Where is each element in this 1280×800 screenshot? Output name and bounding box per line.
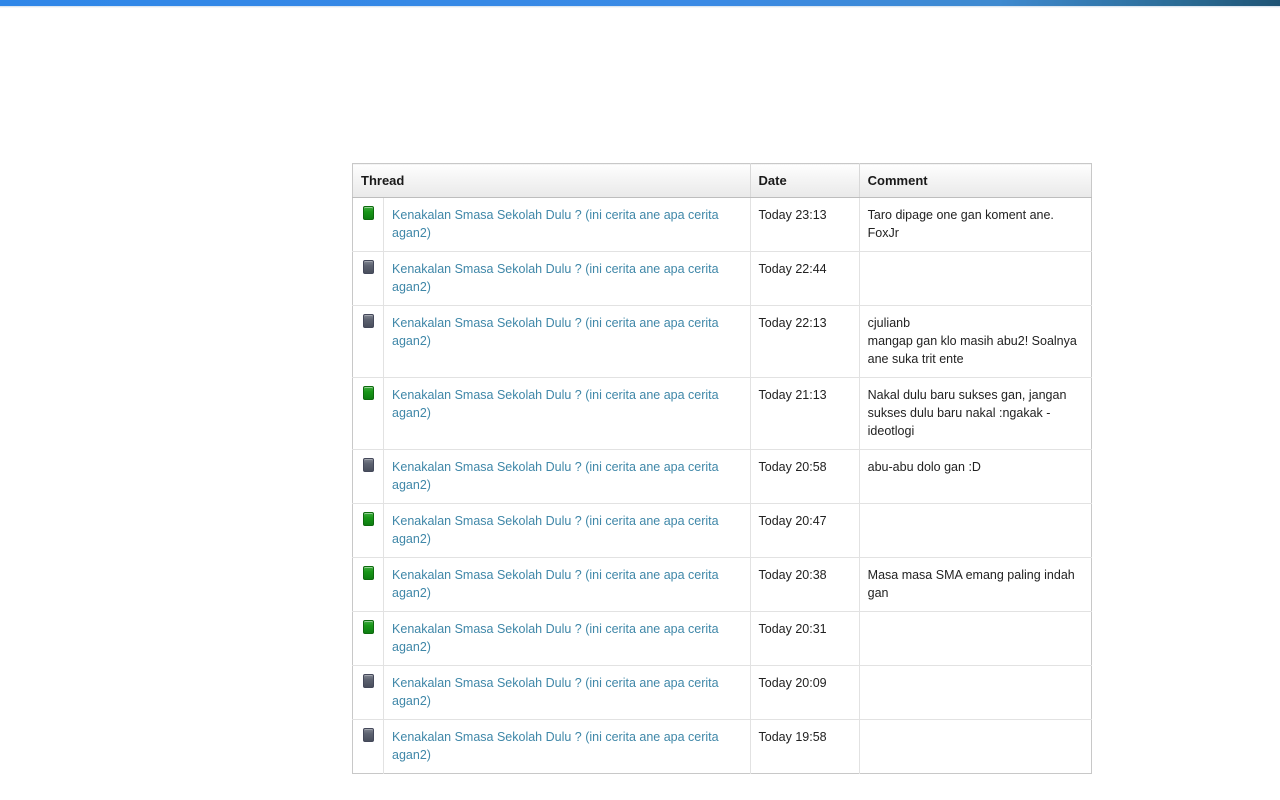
thread-title-link[interactable]: Kenakalan Smasa Sekolah Dulu ? (ini ceri… bbox=[392, 676, 719, 708]
thread-status-cell bbox=[352, 449, 385, 504]
thread-status-cell bbox=[352, 665, 385, 720]
thread-date-cell: Today 21:13 bbox=[750, 377, 860, 450]
thread-comment-cell: Nakal dulu baru sukses gan, jangan sukse… bbox=[859, 377, 1092, 450]
thread-title-cell: Kenakalan Smasa Sekolah Dulu ? (ini ceri… bbox=[383, 503, 751, 558]
thread-comment-cell bbox=[859, 665, 1092, 720]
thread-status-new-icon bbox=[362, 620, 374, 634]
thread-comment-cell bbox=[859, 251, 1092, 306]
thread-comment-line: Masa masa SMA emang paling indah gan bbox=[867, 568, 1075, 600]
thread-status-read-icon bbox=[362, 728, 374, 742]
thread-comment-line: abu-abu dolo gan :D bbox=[867, 460, 981, 474]
thread-date-cell: Today 19:58 bbox=[750, 719, 860, 774]
thread-status-read-icon bbox=[362, 458, 374, 472]
table-row[interactable]: Kenakalan Smasa Sekolah Dulu ? (ini ceri… bbox=[352, 197, 1092, 252]
thread-title-link[interactable]: Kenakalan Smasa Sekolah Dulu ? (ini ceri… bbox=[392, 262, 719, 294]
thread-list-body: Kenakalan Smasa Sekolah Dulu ? (ini ceri… bbox=[352, 197, 1092, 774]
thread-status-cell bbox=[352, 503, 385, 558]
thread-date-cell: Today 20:09 bbox=[750, 665, 860, 720]
thread-status-cell bbox=[352, 251, 385, 306]
thread-title-cell: Kenakalan Smasa Sekolah Dulu ? (ini ceri… bbox=[383, 305, 751, 378]
thread-title-link[interactable]: Kenakalan Smasa Sekolah Dulu ? (ini ceri… bbox=[392, 208, 719, 240]
thread-date-cell: Today 20:47 bbox=[750, 503, 860, 558]
table-row[interactable]: Kenakalan Smasa Sekolah Dulu ? (ini ceri… bbox=[352, 557, 1092, 612]
thread-title-link[interactable]: Kenakalan Smasa Sekolah Dulu ? (ini ceri… bbox=[392, 388, 719, 420]
thread-status-cell bbox=[352, 197, 385, 252]
thread-title-link[interactable]: Kenakalan Smasa Sekolah Dulu ? (ini ceri… bbox=[392, 460, 719, 492]
thread-list-header: Thread Date Comment bbox=[352, 163, 1092, 198]
table-row[interactable]: Kenakalan Smasa Sekolah Dulu ? (ini ceri… bbox=[352, 665, 1092, 720]
table-row[interactable]: Kenakalan Smasa Sekolah Dulu ? (ini ceri… bbox=[352, 611, 1092, 666]
thread-date-cell: Today 22:44 bbox=[750, 251, 860, 306]
thread-list-container: Thread Date Comment Kenakalan Smasa Seko… bbox=[352, 163, 1092, 774]
table-row[interactable]: Kenakalan Smasa Sekolah Dulu ? (ini ceri… bbox=[352, 377, 1092, 450]
thread-title-cell: Kenakalan Smasa Sekolah Dulu ? (ini ceri… bbox=[383, 719, 751, 774]
thread-comment-cell: Taro dipage one gan koment ane. FoxJr bbox=[859, 197, 1092, 252]
thread-comment-cell bbox=[859, 720, 1091, 774]
thread-title-link[interactable]: Kenakalan Smasa Sekolah Dulu ? (ini ceri… bbox=[392, 730, 719, 762]
thread-comment-cell bbox=[859, 503, 1092, 558]
thread-status-cell bbox=[352, 557, 385, 612]
thread-title-link[interactable]: Kenakalan Smasa Sekolah Dulu ? (ini ceri… bbox=[392, 622, 719, 654]
thread-status-new-icon bbox=[362, 206, 374, 220]
thread-title-cell: Kenakalan Smasa Sekolah Dulu ? (ini ceri… bbox=[383, 251, 751, 306]
column-header-date[interactable]: Date bbox=[750, 163, 860, 198]
thread-status-read-icon bbox=[362, 674, 374, 688]
table-row[interactable]: Kenakalan Smasa Sekolah Dulu ? (ini ceri… bbox=[352, 305, 1092, 378]
thread-title-cell: Kenakalan Smasa Sekolah Dulu ? (ini ceri… bbox=[383, 449, 751, 504]
thread-title-cell: Kenakalan Smasa Sekolah Dulu ? (ini ceri… bbox=[383, 197, 751, 252]
thread-status-read-icon bbox=[362, 260, 374, 274]
thread-status-cell bbox=[352, 611, 385, 666]
thread-date-cell: Today 20:31 bbox=[750, 611, 860, 666]
table-row[interactable]: Kenakalan Smasa Sekolah Dulu ? (ini ceri… bbox=[352, 449, 1092, 504]
thread-title-link[interactable]: Kenakalan Smasa Sekolah Dulu ? (ini ceri… bbox=[392, 316, 719, 348]
column-header-thread[interactable]: Thread bbox=[352, 163, 751, 198]
thread-status-cell bbox=[352, 377, 385, 450]
thread-date-cell: Today 22:13 bbox=[750, 305, 860, 378]
thread-title-cell: Kenakalan Smasa Sekolah Dulu ? (ini ceri… bbox=[383, 557, 751, 612]
thread-comment-line: Nakal dulu baru sukses gan, jangan sukse… bbox=[867, 388, 1067, 438]
thread-title-cell: Kenakalan Smasa Sekolah Dulu ? (ini ceri… bbox=[383, 665, 751, 720]
thread-date-cell: Today 23:13 bbox=[750, 197, 860, 252]
thread-status-cell bbox=[352, 719, 385, 774]
thread-title-link[interactable]: Kenakalan Smasa Sekolah Dulu ? (ini ceri… bbox=[392, 568, 719, 600]
column-header-comment[interactable]: Comment bbox=[859, 163, 1092, 198]
thread-comment-line: cjulianb bbox=[867, 316, 911, 330]
thread-comment-line: Taro dipage one gan koment ane. FoxJr bbox=[867, 208, 1054, 240]
thread-status-cell bbox=[352, 305, 385, 378]
thread-status-new-icon bbox=[362, 566, 374, 580]
thread-status-new-icon bbox=[362, 512, 374, 526]
thread-comment-cell bbox=[859, 611, 1092, 666]
thread-status-read-icon bbox=[362, 314, 374, 328]
browser-accent-bar-shadow bbox=[0, 6, 1280, 8]
thread-comment-cell: Masa masa SMA emang paling indah gan bbox=[859, 557, 1092, 612]
thread-title-link[interactable]: Kenakalan Smasa Sekolah Dulu ? (ini ceri… bbox=[392, 514, 719, 546]
table-row[interactable]: Kenakalan Smasa Sekolah Dulu ? (ini ceri… bbox=[352, 251, 1092, 306]
table-row[interactable]: Kenakalan Smasa Sekolah Dulu ? (ini ceri… bbox=[352, 719, 1092, 774]
thread-list-table: Thread Date Comment Kenakalan Smasa Seko… bbox=[352, 163, 1092, 774]
table-row[interactable]: Kenakalan Smasa Sekolah Dulu ? (ini ceri… bbox=[352, 503, 1092, 558]
table-header-row: Thread Date Comment bbox=[352, 163, 1092, 198]
thread-date-cell: Today 20:38 bbox=[750, 557, 860, 612]
thread-title-cell: Kenakalan Smasa Sekolah Dulu ? (ini ceri… bbox=[383, 377, 751, 450]
thread-comment-line: mangap gan klo masih abu2! Soalnya ane s… bbox=[867, 334, 1077, 366]
thread-date-cell: Today 20:58 bbox=[750, 449, 860, 504]
thread-status-new-icon bbox=[362, 386, 374, 400]
thread-comment-cell: cjulianb mangap gan klo masih abu2! Soaln… bbox=[859, 305, 1092, 378]
thread-comment-cell: abu-abu dolo gan :D bbox=[859, 449, 1092, 504]
thread-title-cell: Kenakalan Smasa Sekolah Dulu ? (ini ceri… bbox=[383, 611, 751, 666]
